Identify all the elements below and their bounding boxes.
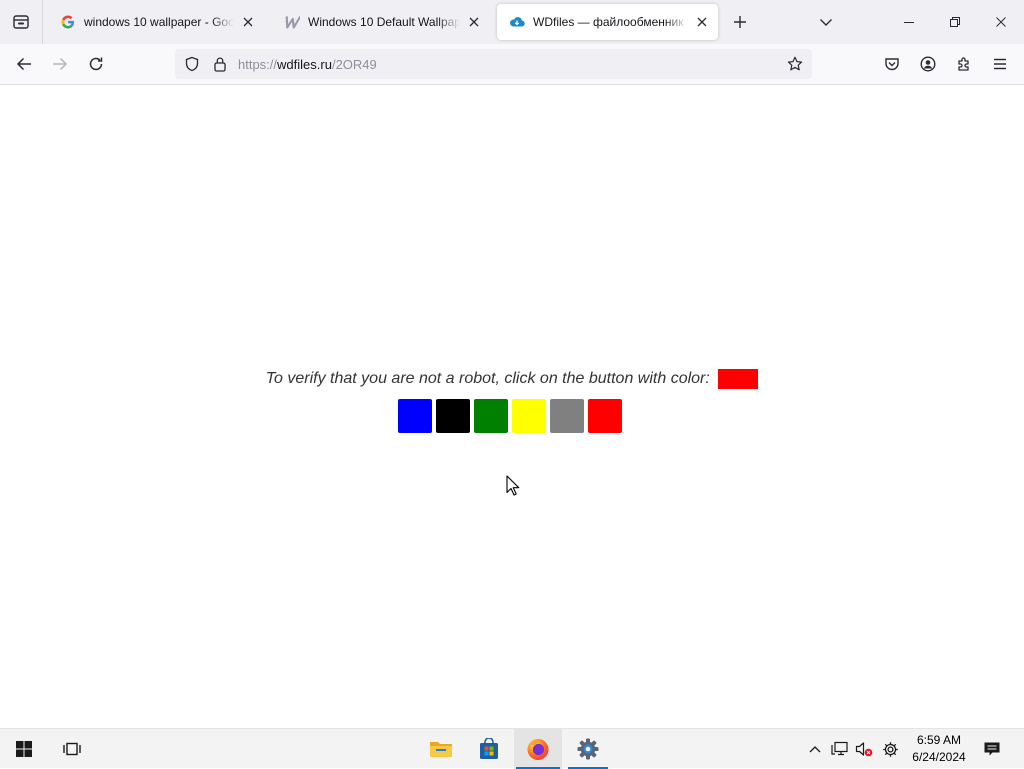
tab-wdfiles[interactable]: WDfiles — файлообменник бе (497, 4, 718, 40)
account-button[interactable] (914, 50, 942, 78)
clock-date: 6/24/2024 (912, 750, 966, 764)
color-button-green[interactable] (474, 399, 508, 433)
url-scheme: https:// (238, 57, 278, 72)
bookmark-star-icon[interactable] (786, 55, 804, 73)
notification-icon (984, 742, 1000, 756)
tracking-protection-shield-icon[interactable] (183, 55, 201, 73)
close-icon (996, 17, 1006, 27)
forward-button[interactable] (46, 50, 74, 78)
network-icon (831, 741, 848, 756)
close-tab-icon[interactable] (464, 12, 484, 32)
reload-icon (89, 57, 103, 71)
chevron-up-icon (809, 746, 821, 753)
restore-window-button[interactable] (932, 0, 978, 44)
clock-time: 6:59 AM (916, 733, 962, 747)
color-button-yellow[interactable] (512, 399, 546, 433)
plus-icon (734, 16, 746, 28)
lock-icon[interactable] (211, 55, 229, 73)
minimize-icon (904, 22, 914, 23)
pocket-icon (885, 58, 899, 71)
color-button-blue[interactable] (398, 399, 432, 433)
list-all-tabs-button[interactable] (814, 10, 838, 34)
settings-tray-button[interactable] (878, 729, 902, 769)
firefox-icon (527, 739, 549, 760)
windows-taskbar: 6:59 AM 6/24/2024 (0, 728, 1024, 769)
gear-icon (882, 741, 898, 757)
microsoft-store-icon (480, 738, 498, 759)
tab-default-wallpapers[interactable]: Windows 10 Default Wallpapers (272, 4, 490, 40)
action-center-button[interactable] (978, 729, 1006, 769)
mouse-pointer-icon (506, 475, 520, 496)
volume-tray-button[interactable] (852, 729, 876, 769)
close-window-button[interactable] (978, 0, 1024, 44)
page-content: To verify that you are not a robot, clic… (0, 85, 1024, 728)
restore-icon (950, 17, 960, 27)
firefox-view-icon (13, 15, 29, 29)
tab-title: windows 10 wallpaper - Google (84, 15, 234, 29)
url-host: wdfiles.ru (277, 57, 332, 72)
reload-button[interactable] (82, 50, 110, 78)
taskbar-file-explorer[interactable] (420, 729, 462, 769)
windows-logo-icon (16, 741, 32, 757)
show-hidden-icons-button[interactable] (804, 729, 826, 769)
volume-muted-icon (855, 742, 873, 757)
minimize-window-button[interactable] (886, 0, 932, 44)
google-g-icon (60, 14, 76, 30)
url-path: /2OR49 (331, 57, 377, 72)
account-icon (920, 56, 936, 72)
new-tab-button[interactable] (728, 10, 752, 34)
cloud-icon (509, 14, 525, 30)
file-explorer-icon (430, 742, 452, 757)
tab-title: Windows 10 Default Wallpapers (308, 15, 460, 29)
close-tab-icon[interactable] (692, 12, 712, 32)
color-button-row (398, 399, 622, 433)
close-tab-icon[interactable] (238, 12, 258, 32)
target-color-swatch (718, 369, 759, 389)
tab-title: WDfiles — файлообменник бе (533, 15, 688, 29)
taskbar-microsoft-store[interactable] (468, 729, 510, 769)
taskbar-firefox[interactable] (514, 729, 562, 769)
pocket-button[interactable] (878, 50, 906, 78)
color-button-black[interactable] (436, 399, 470, 433)
captcha-prompt-text: To verify that you are not a robot, clic… (265, 370, 710, 387)
w-logo-icon (284, 14, 300, 30)
hamburger-menu-icon (994, 58, 1006, 70)
puzzle-icon (958, 57, 969, 71)
url-text[interactable]: https://wdfiles.ru/2OR49 (238, 57, 377, 72)
taskbar-settings[interactable] (566, 729, 610, 769)
system-clock[interactable]: 6:59 AM 6/24/2024 (900, 729, 978, 769)
arrow-right-icon (53, 57, 68, 71)
url-bar[interactable]: https://wdfiles.ru/2OR49 (175, 49, 812, 79)
captcha-prompt: To verify that you are not a robot, clic… (0, 369, 1024, 389)
tab-strip: windows 10 wallpaper - Google Windows 10… (0, 0, 1024, 44)
task-view-button[interactable] (52, 729, 92, 769)
settings-icon (577, 738, 599, 760)
task-view-icon (63, 742, 81, 756)
color-button-gray[interactable] (550, 399, 584, 433)
color-button-red[interactable] (588, 399, 622, 433)
firefox-view-button[interactable] (8, 9, 34, 35)
start-button[interactable] (4, 729, 44, 769)
tab-divider (42, 0, 43, 44)
chevron-down-icon (820, 19, 832, 26)
extensions-button[interactable] (950, 50, 978, 78)
tab-google-search[interactable]: windows 10 wallpaper - Google (48, 4, 264, 40)
network-tray-button[interactable] (828, 729, 852, 769)
navigation-toolbar: https://wdfiles.ru/2OR49 (0, 44, 1024, 85)
app-menu-button[interactable] (986, 50, 1014, 78)
back-button[interactable] (10, 50, 38, 78)
arrow-left-icon (16, 57, 31, 71)
